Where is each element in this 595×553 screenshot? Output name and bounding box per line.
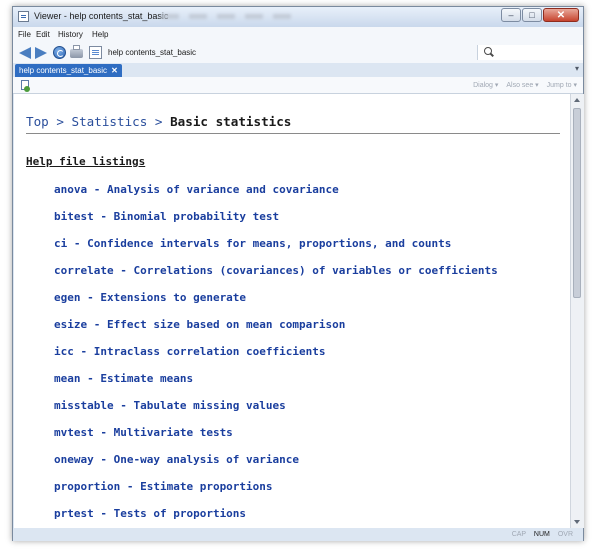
listing-link[interactable]: oneway - One-way analysis of variance (54, 453, 299, 466)
scroll-thumb[interactable] (573, 108, 581, 298)
maximize-button[interactable]: □ (522, 8, 542, 22)
breadcrumb-top[interactable]: Top (26, 114, 49, 129)
divider (26, 133, 560, 134)
minimize-button[interactable]: – (501, 8, 521, 22)
listing-link[interactable]: ci - Confidence intervals for means, pro… (54, 237, 451, 250)
menu-help[interactable]: Help (92, 30, 108, 39)
status-bar: CAP NUM OVR (13, 528, 583, 541)
vertical-scrollbar[interactable] (570, 94, 584, 528)
new-viewer-icon[interactable] (21, 80, 30, 92)
search-input[interactable] (477, 45, 583, 60)
scroll-up-icon[interactable] (574, 98, 580, 102)
listing-link[interactable]: icc - Intraclass correlation coefficient… (54, 345, 326, 358)
breadcrumb-current: Basic statistics (170, 114, 292, 129)
chevron-down-icon[interactable]: ▾ (575, 64, 579, 73)
refresh-icon[interactable] (53, 46, 66, 59)
section-title: Help file listings (26, 155, 146, 168)
listing-link[interactable]: correlate - Correlations (covariances) o… (54, 264, 498, 277)
print-icon[interactable] (70, 45, 83, 58)
menu-bar: File Edit History Help (13, 27, 583, 43)
command-input[interactable]: help contents_stat_basic (108, 48, 196, 57)
listing-link[interactable]: mean - Estimate means (54, 372, 193, 385)
numlock-indicator: NUM (533, 531, 550, 538)
listing-link[interactable]: misstable - Tabulate missing values (54, 399, 286, 412)
tab-help-contents-stat-basic[interactable]: help contents_stat_basic ✕ (15, 64, 122, 77)
breadcrumb: Top > Statistics > Basic statistics (26, 114, 291, 129)
help-content: Top > Statistics > Basic statistics Help… (14, 94, 570, 528)
listing-link[interactable]: egen - Extensions to generate (54, 291, 246, 304)
tab-bar: help contents_stat_basic ✕ ▾ (13, 63, 583, 77)
document-icon[interactable] (89, 46, 102, 59)
dialog-menu[interactable]: Dialog ▾ (473, 82, 498, 89)
listing-link[interactable]: anova - Analysis of variance and covaria… (54, 183, 339, 196)
menu-file[interactable]: File (18, 30, 31, 39)
overwrite-indicator: OVR (557, 531, 573, 538)
listing-link[interactable]: proportion - Estimate proportions (54, 480, 273, 493)
scroll-down-icon[interactable] (574, 520, 580, 524)
listing-link[interactable]: esize - Effect size based on mean compar… (54, 318, 345, 331)
toolbar: help contents_stat_basic (13, 43, 583, 64)
listing-link[interactable]: prtest - Tests of proportions (54, 507, 246, 520)
jump-to-menu[interactable]: Jump to ▾ (547, 82, 577, 89)
status-indicators: CAP NUM OVR (506, 531, 573, 538)
menu-edit[interactable]: Edit (36, 30, 50, 39)
blurred-title-region (161, 14, 301, 19)
breadcrumb-separator: > (48, 114, 72, 129)
listing-link[interactable]: mvtest - Multivariate tests (54, 426, 233, 439)
breadcrumb-separator: > (147, 114, 171, 129)
breadcrumb-statistics[interactable]: Statistics (72, 114, 148, 129)
subtoolbar-menus: Dialog ▾ Also see ▾ Jump to ▾ (467, 81, 577, 89)
back-arrow-icon[interactable] (19, 47, 31, 59)
window-controls: – □ ✕ (500, 8, 579, 23)
viewer-subtoolbar: Dialog ▾ Also see ▾ Jump to ▾ (13, 77, 583, 94)
viewer-window: Viewer - help contents_stat_basic – □ ✕ … (12, 6, 584, 541)
title-bar[interactable]: Viewer - help contents_stat_basic – □ ✕ (13, 7, 583, 27)
menu-history[interactable]: History (58, 30, 83, 39)
close-button[interactable]: ✕ (543, 8, 579, 22)
search-icon[interactable] (484, 47, 492, 55)
forward-arrow-icon[interactable] (35, 47, 47, 59)
window-title: Viewer - help contents_stat_basic (34, 11, 169, 21)
tab-label: help contents_stat_basic (19, 66, 108, 75)
tab-close-icon[interactable]: ✕ (111, 66, 118, 75)
listing-link[interactable]: bitest - Binomial probability test (54, 210, 279, 223)
caps-indicator: CAP (511, 531, 526, 538)
app-icon (18, 11, 29, 22)
also-see-menu[interactable]: Also see ▾ (506, 82, 538, 89)
